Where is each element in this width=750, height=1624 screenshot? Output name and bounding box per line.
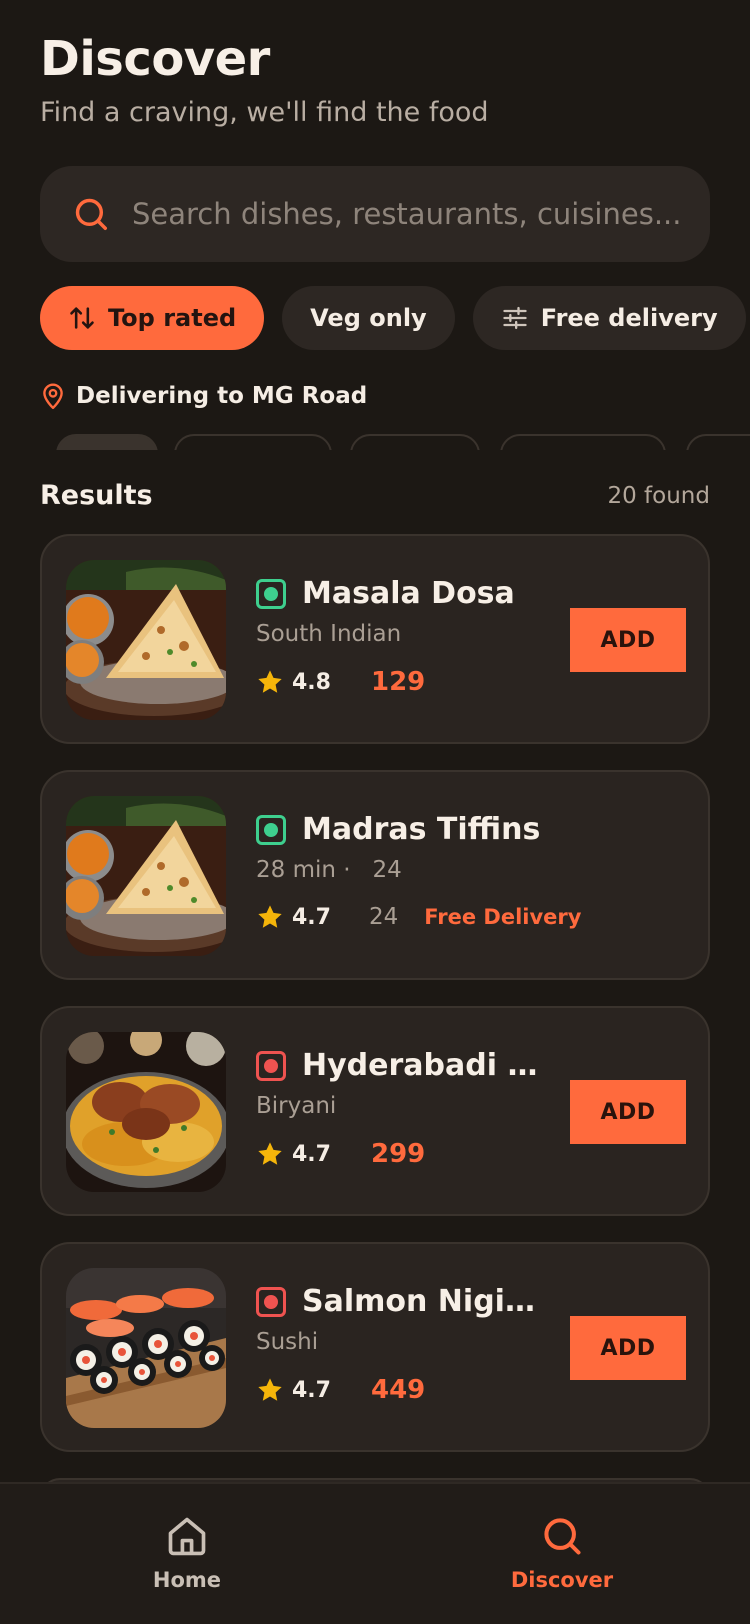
dish-image-dosa: [66, 796, 226, 956]
category-pill[interactable]: [500, 434, 666, 450]
search-icon: [544, 1518, 581, 1555]
dish-name: Masala Dosa: [302, 576, 515, 611]
restaurant-extra: 24: [368, 904, 399, 930]
dish-info: Salmon Nigiri ... Sushi 4.7 449: [256, 1284, 556, 1405]
free-delivery-badge: Free Delivery: [424, 905, 582, 929]
dish-cuisine: Biryani: [256, 1093, 337, 1119]
location-text: Delivering to MG Road: [76, 383, 368, 409]
filter-top-rated[interactable]: Top rated: [40, 286, 265, 350]
page-subtitle: Find a craving, we'll find the food: [40, 97, 489, 128]
sliders-icon: [503, 306, 527, 330]
results-title: Results: [40, 480, 153, 511]
search-bar[interactable]: Search dishes, restaurants, cuisines...: [40, 166, 710, 262]
category-pill[interactable]: [56, 434, 158, 450]
home-icon: [168, 1517, 206, 1556]
dish-info: Masala Dosa South Indian 4.8 129: [256, 576, 556, 697]
bottom-tab-bar: Home Discover: [0, 1482, 750, 1624]
category-pill[interactable]: [174, 434, 332, 450]
non-veg-indicator-icon: [256, 1286, 286, 1317]
tab-label: Home: [152, 1568, 222, 1592]
non-veg-indicator-icon: [256, 1050, 286, 1081]
add-button[interactable]: ADD: [570, 608, 686, 672]
star-icon: [258, 670, 282, 693]
restaurant-meta: 28 min · 24: [256, 857, 402, 883]
delivery-location[interactable]: Delivering to MG Road: [40, 382, 367, 410]
page-title: Discover: [40, 31, 270, 87]
veg-indicator-icon: [256, 578, 286, 609]
dish-image-sushi: [66, 1268, 226, 1428]
dish-info: Hyderabadi C... Biryani 4.7 299: [256, 1048, 556, 1169]
search-input[interactable]: Search dishes, restaurants, cuisines...: [132, 197, 681, 231]
dish-rating: 4.7: [292, 1377, 331, 1403]
dish-cuisine: South Indian: [256, 621, 402, 647]
result-card[interactable]: Salmon Nigiri ... Sushi 4.7 449 ADD: [40, 1242, 710, 1452]
search-icon: [75, 198, 107, 230]
dish-image-dosa: [66, 560, 226, 720]
page-header: Discover Find a craving, we'll find the …: [40, 30, 710, 130]
veg-indicator-icon: [256, 814, 286, 845]
dish-image-biryani: [66, 1032, 226, 1192]
tab-home[interactable]: Home: [87, 1514, 287, 1592]
filter-label: Veg only: [310, 304, 427, 332]
category-pill[interactable]: [686, 434, 750, 450]
filter-veg-only[interactable]: Veg only: [282, 286, 455, 350]
restaurant-info: Madras Tiffins 28 min · 24 4.7 24 Free D…: [256, 812, 676, 931]
tab-label: Discover: [510, 1568, 614, 1592]
category-pill[interactable]: [350, 434, 480, 450]
dish-name: Hyderabadi C...: [302, 1048, 542, 1083]
filter-label: Free delivery: [540, 304, 718, 332]
results-header: Results 20 found: [40, 480, 710, 511]
dish-price: 449: [370, 1375, 426, 1405]
filter-label: Top rated: [108, 304, 237, 332]
dish-price: 129: [370, 667, 426, 697]
restaurant-rating: 4.7: [292, 904, 331, 930]
star-icon: [258, 905, 282, 928]
tab-discover[interactable]: Discover: [462, 1514, 662, 1592]
result-card[interactable]: Madras Tiffins 28 min · 24 4.7 24 Free D…: [40, 770, 710, 980]
dish-rating: 4.7: [292, 1141, 331, 1167]
filter-chips: Top rated Veg only Free delivery: [40, 286, 746, 350]
category-strip[interactable]: [56, 434, 750, 450]
result-card[interactable]: Hyderabadi C... Biryani 4.7 299 ADD: [40, 1006, 710, 1216]
sort-icon: [70, 307, 94, 329]
dish-name: Salmon Nigiri ...: [302, 1284, 542, 1319]
restaurant-name: Madras Tiffins: [302, 812, 541, 847]
results-count: 20 found: [607, 482, 710, 509]
star-icon: [258, 1378, 282, 1401]
map-pin-icon: [43, 383, 63, 410]
add-button[interactable]: ADD: [570, 1316, 686, 1380]
dish-price: 299: [370, 1139, 426, 1169]
dish-rating: 4.8: [292, 669, 331, 695]
filter-free-delivery[interactable]: Free delivery: [472, 286, 746, 350]
dish-cuisine: Sushi: [256, 1329, 319, 1355]
result-card[interactable]: Masala Dosa South Indian 4.8 129 ADD: [40, 534, 710, 744]
add-button[interactable]: ADD: [570, 1080, 686, 1144]
star-icon: [258, 1142, 282, 1165]
